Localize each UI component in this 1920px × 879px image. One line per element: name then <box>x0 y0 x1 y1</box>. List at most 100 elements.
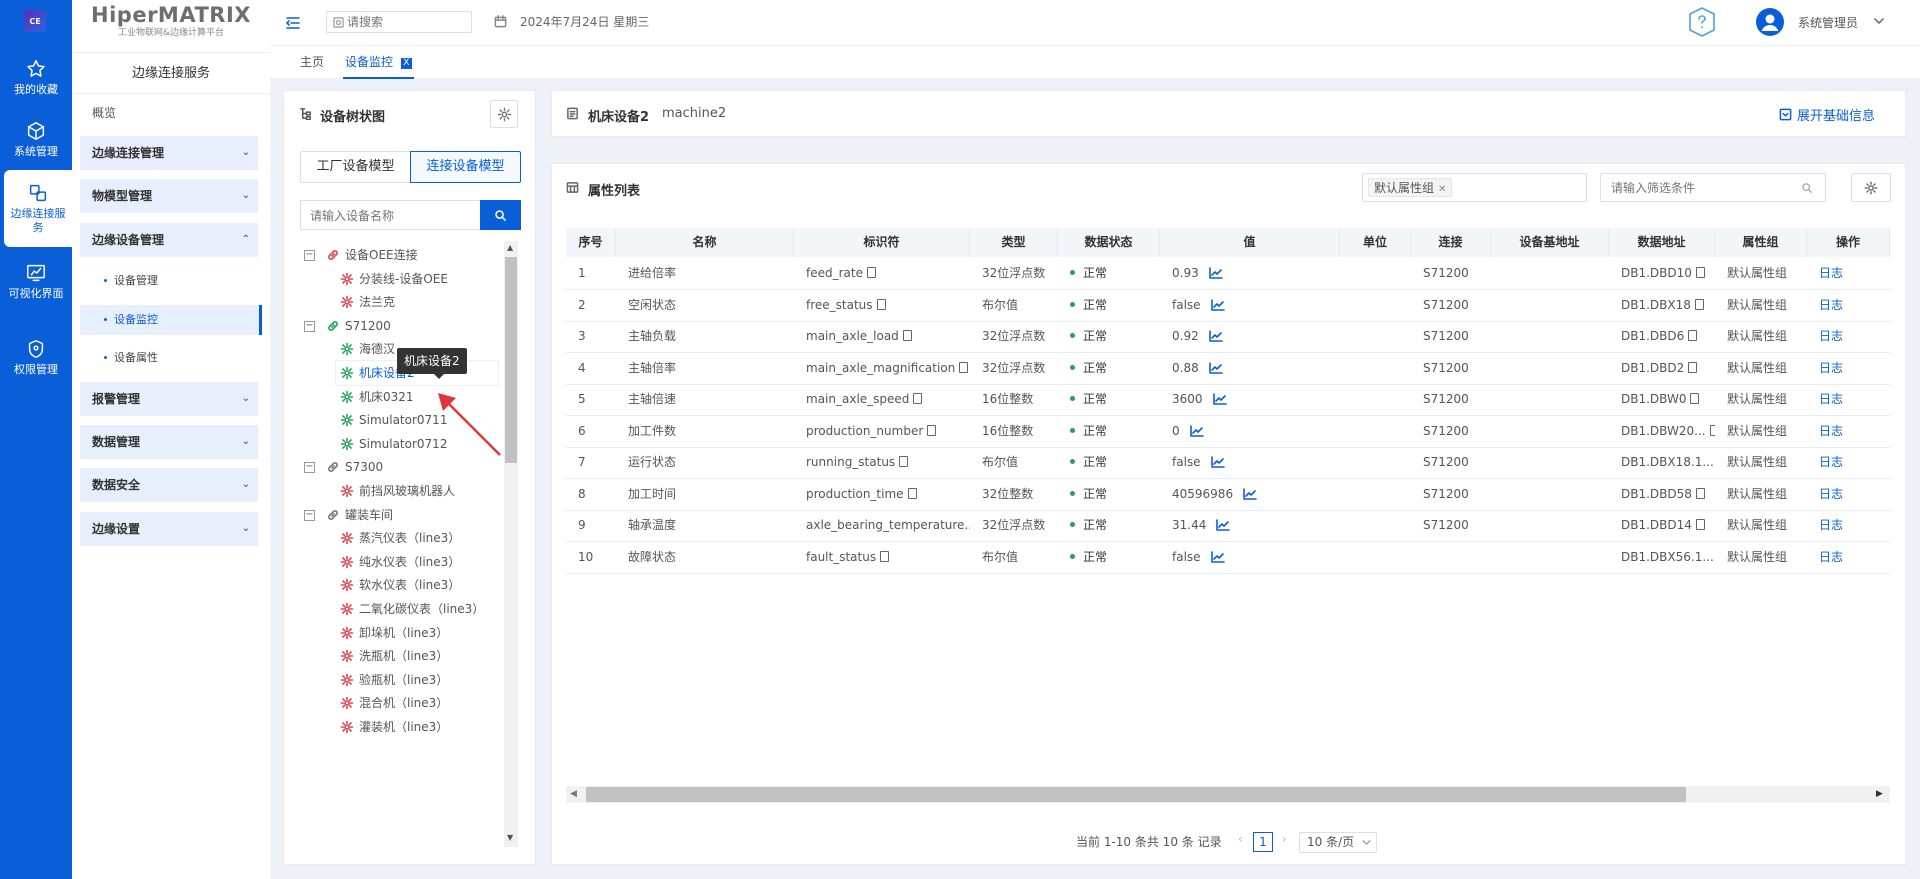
copy-icon[interactable] <box>902 330 912 341</box>
log-link[interactable]: 日志 <box>1819 487 1843 501</box>
collapse-toggle-icon[interactable]: − <box>304 321 315 332</box>
filter-input[interactable] <box>1611 179 1791 197</box>
rail-item-system[interactable]: 系统管理 <box>0 120 72 159</box>
copy-icon[interactable] <box>1695 488 1705 499</box>
prev-page-icon[interactable]: ‹ <box>1238 832 1243 846</box>
chevron-down-icon[interactable] <box>1874 18 1884 24</box>
collapse-menu-icon[interactable] <box>285 15 301 31</box>
tree-node[interactable]: S7300 <box>326 455 383 479</box>
column-header[interactable]: 数据地址 <box>1609 228 1715 257</box>
page-number[interactable]: 1 <box>1253 832 1273 852</box>
menu-group-edge-device[interactable]: 边缘设备管理 ⌃ <box>80 223 258 257</box>
rail-item-favorites[interactable]: 我的收藏 <box>0 58 72 97</box>
column-header[interactable]: 类型 <box>970 228 1058 257</box>
device-search-button[interactable] <box>480 200 521 230</box>
table-cell[interactable]: 日志 <box>1819 542 1890 573</box>
copy-icon[interactable] <box>880 551 890 562</box>
log-link[interactable]: 日志 <box>1819 518 1843 532</box>
page-size-select[interactable]: 10 条/页 <box>1299 832 1377 853</box>
copy-icon[interactable] <box>1688 362 1698 373</box>
copy-icon[interactable] <box>899 456 909 467</box>
tree-node[interactable]: 机床0321 <box>340 385 414 409</box>
copy-icon[interactable] <box>959 362 969 373</box>
tree-node[interactable]: 蒸汽仪表（line3） <box>340 526 460 550</box>
tree-node[interactable]: 二氧化碳仪表（line3） <box>340 597 484 621</box>
table-cell[interactable]: 日志 <box>1819 290 1890 321</box>
search-box[interactable] <box>326 11 472 33</box>
column-settings-button[interactable] <box>1851 173 1891 202</box>
property-group-select[interactable]: 默认属性组 ✕ <box>1362 173 1587 202</box>
expand-basic-info-link[interactable]: 展开基础信息 <box>1779 105 1875 124</box>
submenu-device-management[interactable]: 设备管理 <box>80 266 262 296</box>
trend-chart-icon[interactable] <box>1212 393 1227 405</box>
menu-group-edge-connection[interactable]: 边缘连接管理 ⌄ <box>80 136 258 170</box>
help-shield-icon[interactable] <box>1686 6 1718 38</box>
tree-node[interactable]: 混合机（line3） <box>340 691 448 715</box>
table-cell[interactable]: 日志 <box>1819 384 1890 415</box>
tree-node[interactable]: 前挡风玻璃机器人 <box>340 479 455 503</box>
menu-group-data[interactable]: 数据管理 ⌄ <box>80 425 258 459</box>
trend-chart-icon[interactable] <box>1210 551 1225 563</box>
tree-node[interactable]: 灌装机（line3） <box>340 715 448 739</box>
table-cell[interactable]: 日志 <box>1819 353 1890 384</box>
menu-group-alarm[interactable]: 报警管理 ⌄ <box>80 382 258 416</box>
tree-node[interactable]: 验瓶机（line3） <box>340 668 448 692</box>
collapse-toggle-icon[interactable]: − <box>304 250 315 261</box>
copy-icon[interactable] <box>913 393 923 404</box>
scroll-right-icon[interactable]: ▶ <box>1876 789 1883 799</box>
log-link[interactable]: 日志 <box>1819 392 1843 406</box>
tree-node[interactable]: 设备OEE连接 <box>326 243 418 267</box>
next-page-icon[interactable]: › <box>1282 832 1287 846</box>
trend-chart-icon[interactable] <box>1208 267 1223 279</box>
menu-overview[interactable]: 概览 <box>80 96 258 130</box>
copy-icon[interactable] <box>1688 330 1698 341</box>
tree-scrollbar[interactable]: ▲ ▼ <box>504 241 518 847</box>
tree-node[interactable]: 软水仪表（line3） <box>340 573 460 597</box>
trend-chart-icon[interactable] <box>1189 425 1204 437</box>
tree-node[interactable]: 分装线-设备OEE <box>340 267 448 291</box>
user-name[interactable]: 系统管理员 <box>1798 14 1858 31</box>
device-search-input[interactable] <box>310 207 470 225</box>
table-hscrollbar[interactable]: ◀ ▶ <box>566 786 1890 803</box>
scroll-left-icon[interactable]: ◀ <box>570 789 577 799</box>
rail-item-edge-service[interactable]: 边缘连接服务 <box>4 170 72 247</box>
trend-chart-icon[interactable] <box>1210 456 1225 468</box>
log-link[interactable]: 日志 <box>1819 298 1843 312</box>
table-cell[interactable]: 日志 <box>1819 479 1890 510</box>
rail-item-visual[interactable]: 可视化界面 <box>0 262 72 301</box>
log-link[interactable]: 日志 <box>1819 329 1843 343</box>
table-cell[interactable]: 日志 <box>1819 416 1890 447</box>
column-header[interactable]: 属性组 <box>1715 228 1807 257</box>
trend-chart-icon[interactable] <box>1243 488 1257 500</box>
tree-node[interactable]: 洗瓶机（line3） <box>340 644 448 668</box>
tree-node[interactable]: 纯水仪表（line3） <box>340 550 460 574</box>
close-icon[interactable]: ✕ <box>1438 184 1446 195</box>
table-cell[interactable]: 日志 <box>1819 510 1890 541</box>
tree-scroll-thumb[interactable] <box>505 257 517 463</box>
copy-icon[interactable] <box>1709 425 1715 436</box>
collapse-toggle-icon[interactable]: − <box>304 510 315 521</box>
column-header[interactable]: 标识符 <box>794 228 970 257</box>
tree-node[interactable]: 海德汉 <box>340 337 395 361</box>
device-search-box[interactable] <box>300 200 481 230</box>
log-link[interactable]: 日志 <box>1819 424 1843 438</box>
table-cell[interactable]: 日志 <box>1819 321 1890 352</box>
trend-chart-icon[interactable] <box>1208 362 1223 374</box>
table-scroll-thumb[interactable] <box>586 787 1686 802</box>
avatar[interactable] <box>1756 8 1784 36</box>
menu-group-security[interactable]: 数据安全 ⌄ <box>80 468 258 502</box>
search-input[interactable] <box>347 14 465 30</box>
column-header[interactable]: 设备基地址 <box>1491 228 1609 257</box>
column-header[interactable]: 操作 <box>1807 228 1890 257</box>
menu-group-settings[interactable]: 边缘设置 ⌄ <box>80 512 258 546</box>
copy-icon[interactable] <box>1695 519 1705 530</box>
column-header[interactable]: 名称 <box>616 228 794 257</box>
copy-icon[interactable] <box>866 267 876 278</box>
tab-factory-model[interactable]: 工厂设备模型 <box>300 151 411 183</box>
tab-connection-model[interactable]: 连接设备模型 <box>410 151 521 183</box>
column-header[interactable]: 连接 <box>1411 228 1491 257</box>
scroll-down-icon[interactable]: ▼ <box>507 833 513 842</box>
copy-icon[interactable] <box>876 299 886 310</box>
tab-device-monitor[interactable]: 设备监控 X <box>343 46 414 79</box>
menu-group-thing-model[interactable]: 物模型管理 ⌄ <box>80 179 258 213</box>
